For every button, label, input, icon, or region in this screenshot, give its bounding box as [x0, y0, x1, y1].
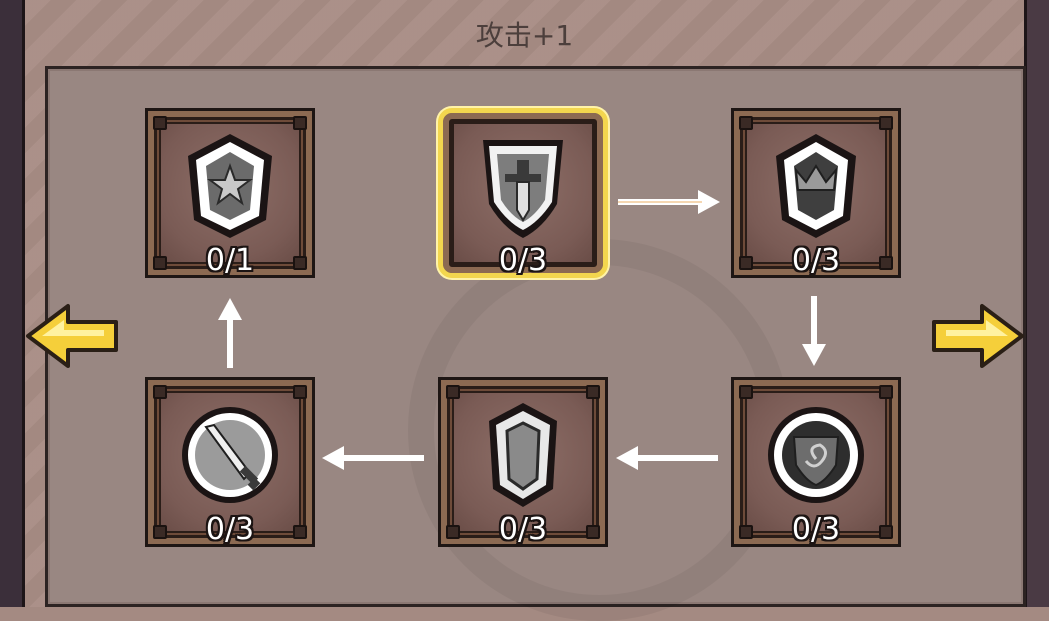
bolt: [153, 385, 167, 399]
bolt: [153, 116, 167, 130]
star-shield-icon: [188, 134, 272, 238]
bolt: [739, 116, 753, 130]
left-border: [0, 0, 25, 607]
count-label: 0/3: [791, 243, 841, 278]
arrow-down-connector: [802, 296, 826, 366]
bolt: [586, 385, 600, 399]
bolt: [739, 385, 753, 399]
node-spiral-shield[interactable]: 0/3: [731, 377, 901, 547]
arrow-left-connector: [322, 446, 424, 470]
node-sword-banner[interactable]: 0/3: [438, 108, 608, 278]
count-label: 0/3: [498, 243, 548, 278]
spiral-shield-icon: [768, 407, 864, 503]
node-star-shield[interactable]: 0/1: [145, 108, 315, 278]
arrow-left-connector: [616, 446, 718, 470]
plain-shield-icon: [489, 403, 557, 507]
count-label: 0/3: [791, 512, 841, 547]
arrow-up-connector: [218, 298, 242, 368]
count-label: 0/1: [205, 243, 255, 278]
page-title: 攻击+1: [475, 19, 574, 52]
right-border: [1024, 0, 1049, 607]
arrow-left-icon[interactable]: [24, 300, 120, 372]
bolt: [293, 116, 307, 130]
sword-orb-icon: [182, 407, 278, 503]
bolt: [446, 385, 460, 399]
arrow-right-icon[interactable]: [930, 300, 1026, 372]
arrow-right-connector: [618, 190, 720, 214]
bolt: [293, 385, 307, 399]
node-crown-shield[interactable]: 0/3: [731, 108, 901, 278]
bolt: [879, 385, 893, 399]
count-label: 0/3: [205, 512, 255, 547]
count-label: 0/3: [498, 512, 548, 547]
crown-shield-icon: [776, 134, 856, 238]
sword-banner-icon: [483, 140, 563, 238]
node-sword-orb[interactable]: 0/3: [145, 377, 315, 547]
bolt: [879, 116, 893, 130]
node-plain-shield[interactable]: 0/3: [438, 377, 608, 547]
